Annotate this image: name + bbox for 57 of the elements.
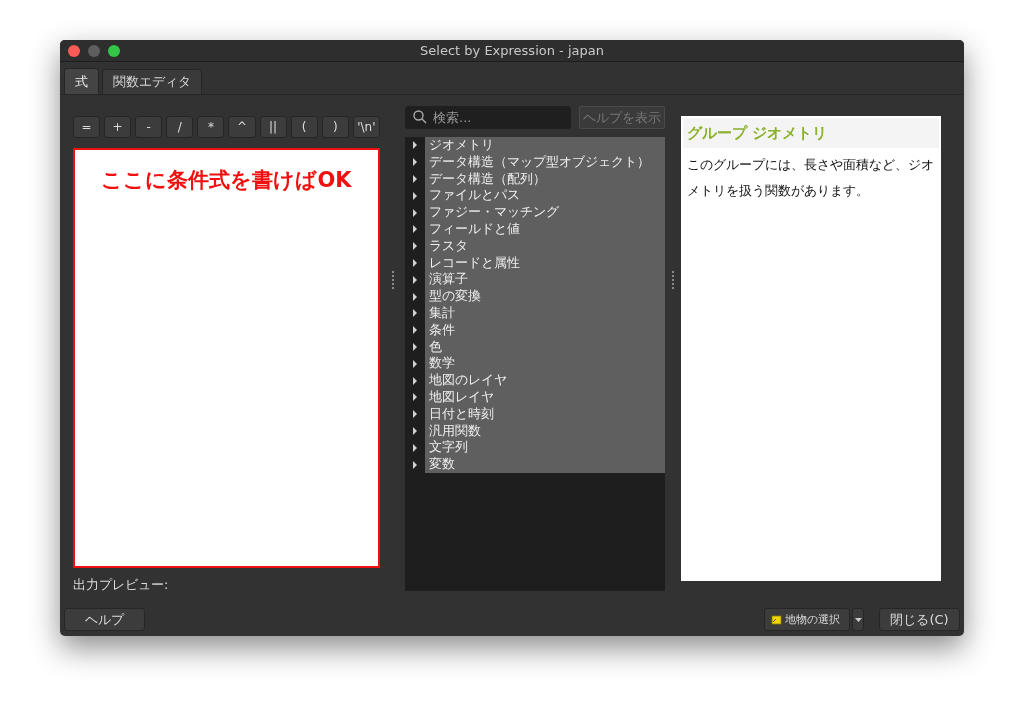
search-field[interactable]: 検索... xyxy=(405,106,571,129)
function-group-item[interactable]: 演算子 xyxy=(425,271,665,289)
expand-arrow-icon[interactable] xyxy=(412,158,418,167)
output-preview-label: 出力プレビュー: xyxy=(73,576,169,594)
function-group-item[interactable]: 変数 xyxy=(425,456,665,473)
operator-button[interactable]: = xyxy=(73,116,101,138)
function-group-item[interactable]: ファイルとパス xyxy=(425,187,665,205)
expand-arrow-icon[interactable] xyxy=(412,275,418,284)
operator-button[interactable]: * xyxy=(197,116,225,138)
function-group-item[interactable]: 文字列 xyxy=(425,439,665,457)
operator-button[interactable]: ) xyxy=(321,116,349,138)
tab[interactable]: 式 xyxy=(64,68,99,94)
operator-button[interactable]: || xyxy=(259,116,287,138)
expand-arrow-icon[interactable] xyxy=(412,258,418,267)
selection-icon xyxy=(771,614,782,625)
expand-arrow-icon[interactable] xyxy=(412,191,418,200)
annotation-text: ここに条件式を書けばOK xyxy=(101,167,352,194)
operator-button[interactable]: / xyxy=(166,116,194,138)
operator-button[interactable]: ^ xyxy=(228,116,256,138)
function-group-item[interactable]: ジオメトリ xyxy=(425,137,665,154)
expand-arrow-icon[interactable] xyxy=(412,393,418,402)
caret-icon xyxy=(854,617,862,622)
tab[interactable]: 関数エディタ xyxy=(102,69,202,94)
expand-arrow-icon[interactable] xyxy=(412,292,418,301)
expand-arrow-icon[interactable] xyxy=(412,175,418,183)
splitter-grip-icon[interactable] xyxy=(391,270,394,289)
expand-arrow-icon[interactable] xyxy=(412,359,418,368)
operator-button[interactable]: - xyxy=(135,116,163,138)
expand-arrow-icon[interactable] xyxy=(412,376,418,385)
expand-arrow-icon[interactable] xyxy=(412,309,418,318)
expand-arrow-icon[interactable] xyxy=(412,460,418,469)
expand-arrow-icon[interactable] xyxy=(412,242,418,251)
expand-arrow-icon[interactable] xyxy=(412,208,418,217)
help-button[interactable]: ヘルプ xyxy=(64,608,145,631)
dropdown-button[interactable] xyxy=(852,608,864,631)
expand-arrow-icon[interactable] xyxy=(412,225,418,234)
expand-arrow-icon[interactable] xyxy=(412,426,418,435)
operator-button[interactable]: ( xyxy=(290,116,318,138)
expand-arrow-icon[interactable] xyxy=(412,342,418,351)
expand-arrow-icon[interactable] xyxy=(412,443,418,452)
window-title: Select by Expression - japan xyxy=(420,43,604,58)
zoom-icon[interactable] xyxy=(108,45,120,57)
expression-editor[interactable]: ここに条件式を書けばOK xyxy=(73,148,380,568)
function-group-item[interactable]: 数学 xyxy=(425,355,665,373)
help-heading: グループ ジオメトリ xyxy=(683,118,939,148)
function-group-item[interactable]: 地図のレイヤ xyxy=(425,372,665,389)
function-group-item[interactable]: 型の変換 xyxy=(425,288,665,305)
select-features-button[interactable]: 地物の選択 xyxy=(764,608,850,631)
expand-arrow-icon[interactable] xyxy=(412,410,418,419)
function-group-item[interactable]: ファジー・マッチング xyxy=(425,204,665,221)
operator-button[interactable]: '\n' xyxy=(352,116,380,138)
operator-button[interactable]: + xyxy=(104,116,132,138)
close-button[interactable]: 閉じる(C) xyxy=(879,608,960,631)
help-text: このグループには、長さや面積など、ジオメトリを扱う関数があります。 xyxy=(687,156,935,200)
close-icon[interactable] xyxy=(68,45,80,57)
expand-arrow-icon[interactable] xyxy=(412,326,418,335)
expand-arrow-icon[interactable] xyxy=(412,141,418,150)
